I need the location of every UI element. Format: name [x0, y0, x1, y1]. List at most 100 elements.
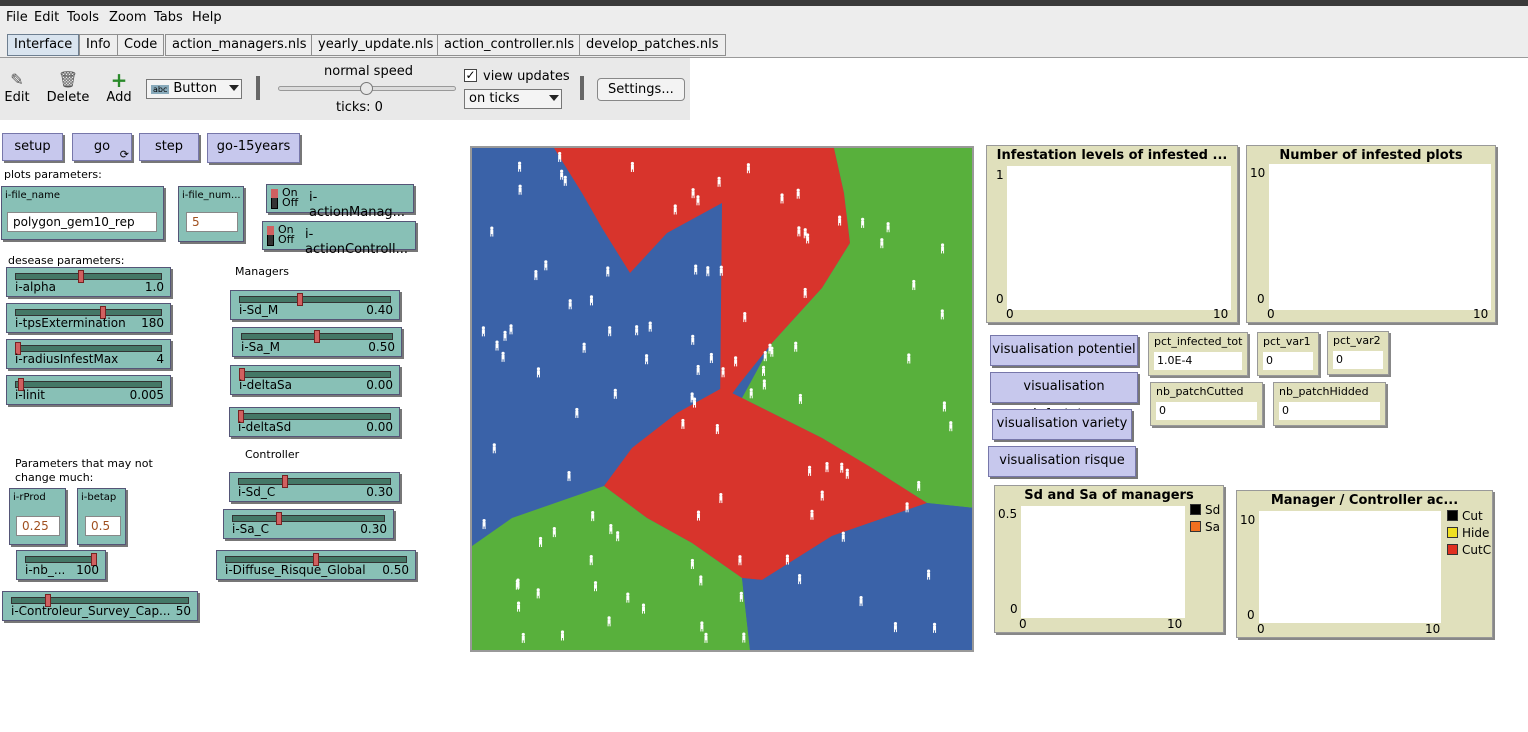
- visualisation-infestation-button[interactable]: visualisation Infestat...: [990, 372, 1138, 422]
- managers-label: Managers: [235, 265, 289, 278]
- switch-knob: [271, 189, 278, 198]
- legend-sd: Sd: [1190, 503, 1220, 517]
- ticks-counter: ticks: 0: [336, 100, 383, 115]
- y-max-label: 10: [1250, 166, 1266, 180]
- y-min-label: 0: [1010, 602, 1018, 616]
- slider-name: i-Diffuse_Risque_Global: [225, 563, 366, 577]
- x-max-label: 10: [1473, 307, 1489, 321]
- x-min-label: 0: [1006, 307, 1014, 321]
- tab-action-controller[interactable]: action_controller.nls: [437, 34, 582, 56]
- input-value[interactable]: 0.5: [85, 516, 121, 536]
- tab-develop-patches[interactable]: develop_patches.nls: [579, 34, 726, 56]
- tab-yearly-update[interactable]: yearly_update.nls: [311, 34, 441, 56]
- delta-sd-slider[interactable]: i-deltaSd 0.00: [229, 407, 400, 437]
- input-value[interactable]: 5: [186, 212, 238, 232]
- monitor-value: 0: [1156, 402, 1257, 420]
- betap-input[interactable]: i-betap 0.5: [77, 488, 126, 545]
- visualisation-variety-button[interactable]: visualisation variety: [992, 409, 1132, 440]
- plots-parameters-label: plots parameters:: [4, 168, 102, 181]
- menu-edit[interactable]: Edit: [34, 10, 59, 25]
- file-num-input[interactable]: i-file_num... 5: [178, 186, 244, 242]
- legend-cutc: CutC: [1447, 543, 1491, 557]
- switch-off-label: Off: [278, 233, 295, 246]
- speed-slider-knob[interactable]: [360, 82, 373, 95]
- plus-icon: +: [110, 68, 128, 92]
- speed-label: normal speed: [324, 64, 413, 79]
- add-label: Add: [106, 90, 132, 105]
- menu-tools[interactable]: Tools: [67, 10, 99, 25]
- slider-track: [232, 515, 385, 522]
- diffuse-risque-slider[interactable]: i-Diffuse_Risque_Global 0.50: [216, 550, 416, 580]
- view-updates-checkbox[interactable]: ✓: [464, 69, 477, 82]
- infestation-levels-plot: Infestation levels of infested ... 1 0 0…: [986, 145, 1238, 323]
- slider-value: 0.005: [129, 388, 164, 402]
- tab-interface[interactable]: Interface: [7, 34, 80, 56]
- sd-m-slider[interactable]: i-Sd_M 0.40: [230, 290, 400, 320]
- legend-label: Sd: [1205, 503, 1221, 517]
- slider-thumb[interactable]: [78, 270, 84, 283]
- visualisation-risque-button[interactable]: visualisation risque: [988, 446, 1136, 477]
- visualisation-potentiel-button[interactable]: visualisation potentiel: [990, 335, 1138, 366]
- x-max-label: 10: [1213, 307, 1229, 321]
- pct-var2-monitor: pct_var2 0: [1327, 331, 1389, 375]
- world-map: [472, 148, 972, 650]
- slider-thumb[interactable]: [276, 512, 282, 525]
- slider-value: 0.50: [368, 340, 395, 354]
- y-max-label: 0.5: [998, 507, 1018, 521]
- settings-button[interactable]: Settings...: [597, 78, 685, 101]
- slider-value: 0.00: [366, 420, 393, 434]
- slider-value: 0.30: [360, 522, 387, 536]
- y-min-label: 0: [1247, 608, 1255, 622]
- monitor-title: nb_patchHidded: [1279, 385, 1369, 398]
- setup-button[interactable]: setup: [2, 133, 63, 161]
- input-title: i-betap: [81, 492, 117, 503]
- slider-thumb[interactable]: [297, 293, 303, 306]
- tab-info[interactable]: Info: [79, 34, 118, 56]
- monitor-value: 0: [1263, 352, 1313, 370]
- slider-value: 1.0: [144, 280, 164, 294]
- delta-sa-slider[interactable]: i-deltaSa 0.00: [230, 365, 400, 395]
- slider-thumb[interactable]: [314, 330, 320, 343]
- add-tool-button[interactable]: + Add: [106, 70, 132, 105]
- go-15years-button[interactable]: go-15years: [207, 133, 300, 163]
- nb-slider[interactable]: i-nb_... 100: [16, 550, 106, 580]
- rprod-input[interactable]: i-rProd 0.25: [9, 488, 66, 545]
- x-min-label: 0: [1267, 307, 1275, 321]
- action-controller-switch[interactable]: On Off i-actionControll...: [262, 221, 416, 257]
- menu-file[interactable]: File: [6, 10, 28, 25]
- update-mode-select[interactable]: on ticks: [464, 89, 562, 109]
- edit-tool-button[interactable]: ✎ Edit: [4, 70, 30, 105]
- legend-label: CutC: [1462, 543, 1492, 557]
- action-manager-switch[interactable]: On Off i-actionManag...: [266, 184, 414, 220]
- chevron-down-icon: [549, 95, 559, 101]
- delete-tool-button[interactable]: 🗑 Delete: [46, 70, 90, 105]
- sd-c-slider[interactable]: i-Sd_C 0.30: [229, 472, 400, 502]
- menu-help[interactable]: Help: [192, 10, 222, 25]
- linit-slider[interactable]: i-linit 0.005: [6, 375, 171, 405]
- controleur-survey-slider[interactable]: i-Controleur_Survey_Cap... 50: [2, 591, 198, 621]
- legend-cut: Cut: [1447, 509, 1483, 523]
- slider-name: i-radiusInfestMax: [15, 352, 119, 366]
- slider-value: 0.40: [366, 303, 393, 317]
- tab-action-managers[interactable]: action_managers.nls: [165, 34, 314, 56]
- tps-extermination-slider[interactable]: i-tpsExtermination 180: [6, 303, 171, 333]
- file-name-chooser[interactable]: i-file_name polygon_gem10_rep: [1, 186, 164, 240]
- go-button[interactable]: go ⟳: [72, 133, 132, 161]
- step-button[interactable]: step: [139, 133, 199, 161]
- menu-zoom[interactable]: Zoom: [109, 10, 146, 25]
- alpha-slider[interactable]: i-alpha 1.0: [6, 267, 171, 297]
- input-value[interactable]: 0.25: [16, 516, 60, 536]
- sa-m-slider[interactable]: i-Sa_M 0.50: [232, 327, 402, 357]
- widget-type-select[interactable]: abc Button: [146, 79, 242, 99]
- sa-c-slider[interactable]: i-Sa_C 0.30: [223, 509, 394, 539]
- legend-swatch: [1447, 544, 1458, 555]
- radius-infest-max-slider[interactable]: i-radiusInfestMax 4: [6, 339, 171, 369]
- tab-code[interactable]: Code: [117, 34, 165, 56]
- menu-tabs[interactable]: Tabs: [154, 10, 183, 25]
- monitor-title: pct_infected_tot: [1154, 335, 1243, 348]
- chooser-value: polygon_gem10_rep: [7, 212, 157, 232]
- world-view[interactable]: [470, 146, 974, 652]
- chevron-down-icon: [229, 85, 239, 91]
- slider-thumb[interactable]: [282, 475, 288, 488]
- slider-name: i-deltaSd: [238, 420, 292, 434]
